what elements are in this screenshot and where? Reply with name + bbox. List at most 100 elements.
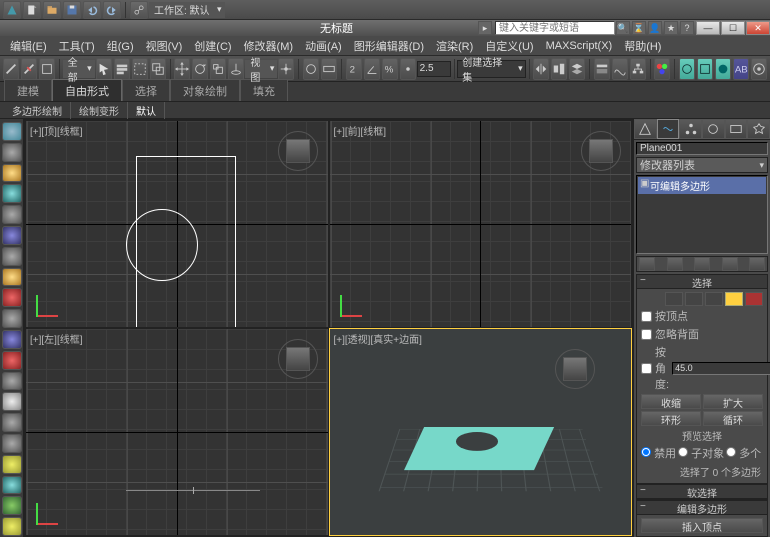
favorite-icon[interactable]: ★ xyxy=(664,21,678,35)
placement-icon[interactable] xyxy=(228,58,244,80)
text-icon[interactable] xyxy=(2,434,22,453)
radio-disable[interactable]: 禁用 xyxy=(641,445,676,461)
particle-icon[interactable] xyxy=(2,351,22,370)
angle-spinner[interactable] xyxy=(672,362,770,375)
shape-icon[interactable] xyxy=(2,413,22,432)
scale-icon[interactable] xyxy=(210,58,226,80)
utilities-tab[interactable] xyxy=(747,119,770,139)
geosphere-primitive-icon[interactable] xyxy=(2,309,22,328)
spline-icon[interactable] xyxy=(2,455,22,474)
angle-snap-icon[interactable] xyxy=(364,58,380,80)
torus-primitive-icon[interactable] xyxy=(2,226,22,245)
align-icon[interactable] xyxy=(551,58,567,80)
schematic-view-icon[interactable] xyxy=(630,58,646,80)
subobj-polygon[interactable] xyxy=(725,292,743,306)
system-icon[interactable] xyxy=(2,517,22,536)
menu-help[interactable]: 帮助(H) xyxy=(618,36,667,56)
window-crossing-icon[interactable] xyxy=(150,58,166,80)
close-button[interactable]: ✕ xyxy=(746,21,770,35)
mirror-icon[interactable] xyxy=(533,58,549,80)
subobj-edge[interactable] xyxy=(685,292,703,306)
helper-icon[interactable] xyxy=(2,476,22,495)
subobj-element[interactable] xyxy=(745,292,763,306)
minimize-button[interactable]: — xyxy=(696,21,720,35)
viewport-top[interactable]: [+][顶][线框] xyxy=(26,121,328,327)
layer-icon[interactable] xyxy=(569,58,585,80)
insert-vertex-button[interactable]: 插入顶点 xyxy=(641,518,763,533)
render-production-icon[interactable] xyxy=(715,58,731,80)
new-icon[interactable] xyxy=(23,1,41,19)
view-cube[interactable] xyxy=(559,353,591,385)
tab-freeform[interactable]: 自由形式 xyxy=(52,79,122,101)
menu-group[interactable]: 组(G) xyxy=(101,36,140,56)
redo-icon[interactable] xyxy=(103,1,121,19)
viewport-label-front[interactable]: [+][前][线框] xyxy=(334,123,387,138)
tab-populate[interactable]: 填充 xyxy=(240,79,288,101)
percent-snap-icon[interactable]: % xyxy=(382,58,398,80)
menu-create[interactable]: 创建(C) xyxy=(188,36,237,56)
patch-icon[interactable] xyxy=(2,372,22,391)
unique-icon[interactable] xyxy=(694,257,710,271)
render-frame-icon[interactable] xyxy=(697,58,713,80)
select-by-name-icon[interactable] xyxy=(114,58,130,80)
render-setup-icon[interactable] xyxy=(679,58,695,80)
subtab-paintdeform[interactable]: 绘制变形 xyxy=(71,102,128,119)
tab-objectpaint[interactable]: 对象绘制 xyxy=(170,79,240,101)
remove-mod-icon[interactable] xyxy=(722,257,738,271)
cone-primitive-icon[interactable] xyxy=(2,288,22,307)
help-icon[interactable]: ? xyxy=(680,21,694,35)
subobj-vertex[interactable] xyxy=(665,292,683,306)
check-by-vertex[interactable]: 按顶点 xyxy=(641,308,763,324)
curve-editor-icon[interactable] xyxy=(612,58,628,80)
modifier-list-dropdown[interactable]: 修改器列表 xyxy=(636,157,768,173)
open-icon[interactable] xyxy=(43,1,61,19)
view-cube[interactable] xyxy=(282,343,314,375)
configure-sets-icon[interactable] xyxy=(749,257,765,271)
subtab-polydraw[interactable]: 多边形绘制 xyxy=(4,102,71,119)
pin-stack-icon[interactable] xyxy=(639,257,655,271)
pivot-icon[interactable] xyxy=(278,58,294,80)
menu-customize[interactable]: 自定义(U) xyxy=(479,36,539,56)
ribbon-toggle-icon[interactable] xyxy=(594,58,610,80)
menu-modifiers[interactable]: 修改器(M) xyxy=(238,36,300,56)
bind-icon[interactable] xyxy=(39,58,55,80)
viewport-front[interactable]: [+][前][线框] xyxy=(330,121,632,327)
subobj-border[interactable] xyxy=(705,292,723,306)
material-editor-icon[interactable] xyxy=(654,58,670,80)
menu-edit[interactable]: 编辑(E) xyxy=(4,36,53,56)
subtab-default[interactable]: 默认 xyxy=(128,102,165,119)
view-cube[interactable] xyxy=(585,135,617,167)
save-icon[interactable] xyxy=(63,1,81,19)
check-by-angle[interactable]: 按角度: xyxy=(641,344,669,392)
light-icon[interactable] xyxy=(2,392,22,411)
search-icon[interactable]: 🔍 xyxy=(616,21,630,35)
rollout-header-softsel[interactable]: 软选择 xyxy=(637,485,767,499)
menu-maxscript[interactable]: MAXScript(X) xyxy=(540,38,619,54)
render-preset-icon[interactable] xyxy=(751,58,767,80)
signin-icon[interactable]: 👤 xyxy=(648,21,662,35)
viewport-label-top[interactable]: [+][顶][线框] xyxy=(30,123,83,138)
spinner-value[interactable] xyxy=(417,61,451,77)
viewport-left[interactable]: [+][左][线框] xyxy=(26,329,328,535)
named-selection-set-dropdown[interactable]: 创建选择集 xyxy=(457,60,525,78)
view-cube[interactable] xyxy=(282,135,314,167)
snap-icon[interactable]: 2 xyxy=(346,58,362,80)
sphere-primitive-icon[interactable] xyxy=(2,164,22,183)
cylinder-primitive-icon[interactable] xyxy=(2,184,22,203)
hierarchy-tab[interactable] xyxy=(679,119,702,139)
refcoord-dropdown[interactable]: 视图 xyxy=(245,60,277,78)
menu-tools[interactable]: 工具(T) xyxy=(53,36,101,56)
move-icon[interactable] xyxy=(174,58,190,80)
selection-filter-dropdown[interactable]: 全部 xyxy=(63,60,95,78)
maximize-button[interactable]: ☐ xyxy=(721,21,745,35)
viewport-perspective[interactable]: [+][透视][真实+边面] xyxy=(330,329,632,535)
viewport-label-left[interactable]: [+][左][线框] xyxy=(30,331,83,346)
radio-subobj[interactable]: 子对象 xyxy=(678,445,724,461)
plane-primitive-icon[interactable] xyxy=(2,268,22,287)
modifier-stack[interactable]: 可编辑多边形 xyxy=(636,175,768,254)
select-region-icon[interactable] xyxy=(132,58,148,80)
menu-grapheditor[interactable]: 图形编辑器(D) xyxy=(348,36,430,56)
modifier-item[interactable]: 可编辑多边形 xyxy=(638,177,766,194)
keyboard-shortcut-icon[interactable] xyxy=(321,58,337,80)
radio-multi[interactable]: 多个 xyxy=(726,445,761,461)
